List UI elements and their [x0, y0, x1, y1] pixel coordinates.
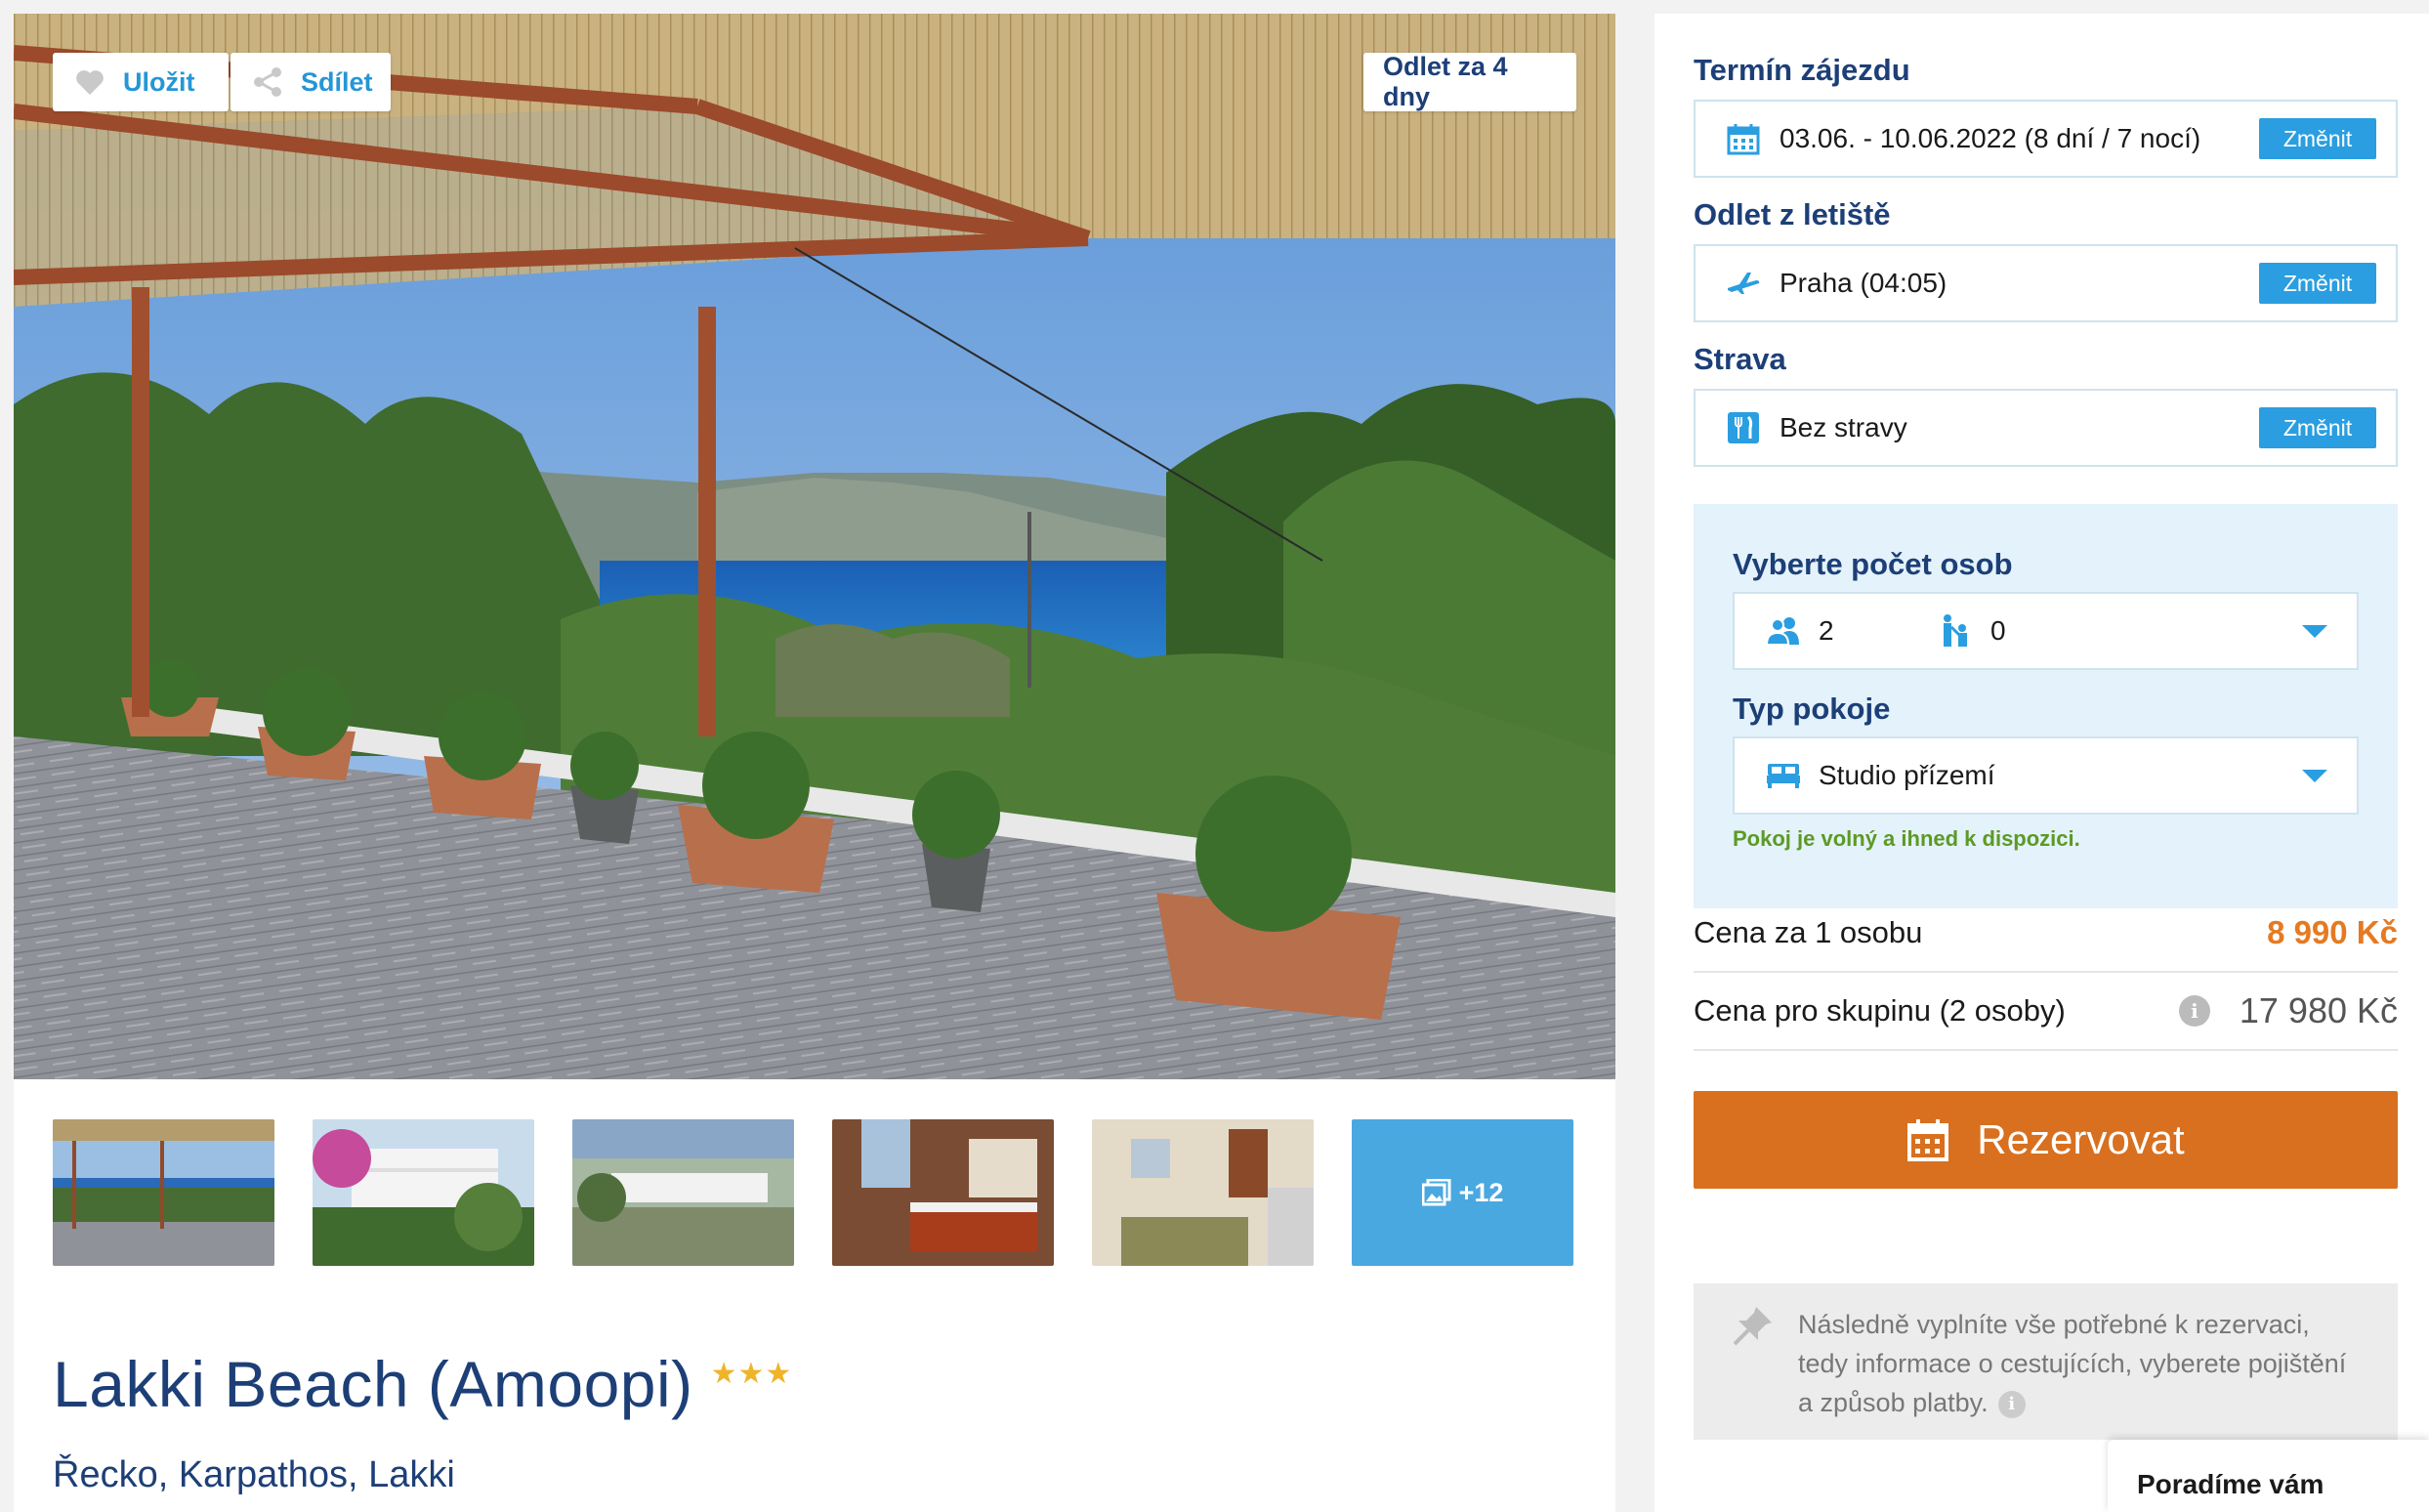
- more-photos-count: +12: [1458, 1177, 1504, 1207]
- price-group-row: Cena pro skupinu (2 osoby) i 17 980 Kč: [1694, 973, 2398, 1051]
- room-type-value: Studio přízemí: [1819, 760, 1995, 790]
- change-airport-button[interactable]: Změnit: [2259, 263, 2376, 304]
- board-field[interactable]: Bez stravy Změnit: [1694, 389, 2398, 467]
- save-label: Uložit: [123, 66, 195, 97]
- change-board-button[interactable]: Změnit: [2259, 407, 2376, 448]
- gallery-icon: [1421, 1179, 1451, 1206]
- change-term-button[interactable]: Změnit: [2259, 118, 2376, 159]
- availability-status: Pokoj je volný a ihned k dispozici.: [1733, 826, 2080, 851]
- persons-label: Vyberte počet osob: [1733, 547, 2013, 581]
- advice-chat-widget[interactable]: Poradíme vám: [2108, 1440, 2429, 1512]
- airplane-icon: [1725, 265, 1762, 302]
- hotel-name-text: Lakki Beach (Amoopi): [53, 1348, 693, 1420]
- room-type-select[interactable]: Studio přízemí: [1733, 736, 2359, 815]
- chevron-down-icon: [2302, 770, 2327, 782]
- pin-icon: [1731, 1303, 1776, 1359]
- price-group-value: 17 980 Kč: [2239, 990, 2398, 1030]
- price-per-person-row: Cena za 1 osobu 8 990 Kč: [1694, 895, 2398, 973]
- hotel-star-rating: ★★★: [710, 1357, 793, 1390]
- term-label: Termín zájezdu: [1694, 53, 1910, 87]
- thumbnail-photo[interactable]: [1092, 1119, 1314, 1266]
- hotel-location: Řecko, Karpathos, Lakki: [53, 1454, 455, 1495]
- term-value: 03.06. - 10.06.2022 (8 dní / 7 nocí): [1780, 123, 2201, 153]
- children-icon: [1936, 613, 1975, 649]
- calendar-icon: [1906, 1117, 1949, 1162]
- share-label: Sdílet: [301, 66, 373, 97]
- board-label: Strava: [1694, 342, 1786, 376]
- booking-info-note: Následně vyplníte vše potřebné k rezerva…: [1694, 1283, 2398, 1440]
- adults-icon: [1764, 613, 1803, 649]
- thumbnail-photo[interactable]: [53, 1119, 274, 1266]
- price-group-label: Cena pro skupinu (2 osoby): [1694, 993, 2066, 1028]
- thumbnail-photo[interactable]: [572, 1119, 794, 1266]
- hotel-name: Lakki Beach (Amoopi) ★★★: [53, 1347, 792, 1421]
- save-button[interactable]: Uložit: [53, 53, 229, 111]
- airport-field[interactable]: Praha (04:05) Změnit: [1694, 244, 2398, 322]
- airport-label: Odlet z letiště: [1694, 197, 1891, 231]
- departure-countdown-badge: Odlet za 4 dny: [1363, 52, 1576, 111]
- term-field[interactable]: 03.06. - 10.06.2022 (8 dní / 7 nocí) Změ…: [1694, 100, 2398, 178]
- room-selection-box: Vyberte počet osob 2 0 Typ pokoje Studio…: [1694, 504, 2398, 908]
- adults-count: 2: [1819, 615, 1834, 646]
- airport-value: Praha (04:05): [1780, 268, 1947, 298]
- bed-icon: [1764, 758, 1803, 793]
- persons-select[interactable]: 2 0: [1733, 592, 2359, 670]
- children-count: 0: [1990, 615, 2006, 646]
- share-icon: [252, 66, 283, 98]
- hero-photo-illustration: [14, 14, 1615, 1079]
- cutlery-icon: [1725, 409, 1762, 446]
- heart-icon: [74, 66, 105, 98]
- info-icon[interactable]: i: [1997, 1390, 2026, 1418]
- price-per-person-label: Cena za 1 osobu: [1694, 915, 1923, 949]
- calendar-icon: [1725, 120, 1762, 157]
- booking-panel: Termín zájezdu 03.06. - 10.06.2022 (8 dn…: [1654, 14, 2429, 1512]
- note-text: Následně vyplníte vše potřebné k rezerva…: [1798, 1310, 2347, 1417]
- price-per-person-value: 8 990 Kč: [2267, 914, 2398, 950]
- hero-photo[interactable]: [14, 14, 1615, 1079]
- hotel-gallery-panel: Uložit Sdílet Odlet za 4 dny +12 Lakki B…: [14, 14, 1615, 1512]
- chevron-down-icon: [2302, 625, 2327, 638]
- price-group-wrap: i 17 980 Kč: [2178, 990, 2398, 1031]
- photo-thumbnails: +12: [53, 1119, 1576, 1266]
- share-button[interactable]: Sdílet: [230, 53, 391, 111]
- reserve-button[interactable]: Rezervovat: [1694, 1091, 2398, 1189]
- reserve-label: Rezervovat: [1977, 1116, 2185, 1162]
- more-photos-button[interactable]: +12: [1352, 1119, 1573, 1266]
- thumbnail-photo[interactable]: [832, 1119, 1054, 1266]
- thumbnail-photo[interactable]: [313, 1119, 534, 1266]
- info-icon[interactable]: i: [2178, 995, 2210, 1027]
- board-value: Bez stravy: [1780, 412, 1907, 442]
- room-type-label: Typ pokoje: [1733, 692, 1891, 726]
